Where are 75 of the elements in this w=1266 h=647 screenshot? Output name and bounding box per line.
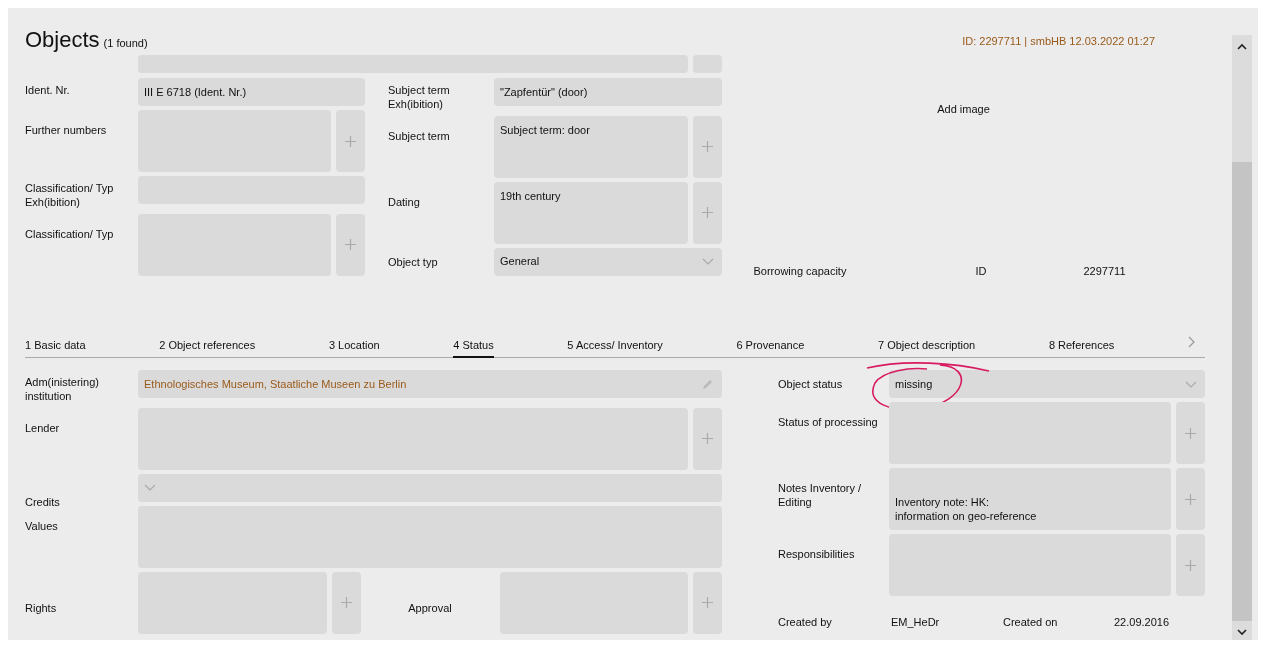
scrollbar-thumb[interactable] [1232,162,1252,621]
field-label: Created by [778,616,833,628]
plus-icon [345,135,356,147]
chevron-down-icon [702,258,714,265]
field-label: Notes Inventory / Editing [778,481,863,510]
add-button[interactable] [1176,534,1205,596]
plus-icon [1185,427,1196,439]
field-value: 22.09.2016 [1114,616,1171,628]
input-field[interactable]: 19th century [494,181,688,244]
tab[interactable]: 5 Access/ Inventory [567,339,663,358]
field-label: Dating [388,194,421,210]
select-field[interactable]: missing [889,370,1205,398]
tab[interactable]: 7 Object description [878,339,976,358]
input-field[interactable]: Ethnologisches Museum, Staatliche Museen zu Berlin [138,370,722,398]
add-button[interactable] [693,115,722,178]
plus-icon [702,207,713,218]
tab[interactable]: 1 Basic data [25,339,86,358]
field-label: Further numbers [25,123,108,138]
field-label: Status of processing [778,415,879,430]
select-field[interactable]: General [494,247,722,276]
plus-icon [340,597,352,608]
add-button[interactable] [693,407,722,470]
chevron-down-icon [1185,380,1197,388]
field-label: Borrowing capacity [753,265,848,277]
add-button[interactable] [693,181,722,244]
pencil-icon [702,378,714,390]
field-label: Responsibilities [778,547,856,562]
input-field[interactable]: Inventory note: HK: information on geo-reference [889,468,1171,530]
field-label: Object typ [388,254,439,270]
tab[interactable]: 6 Provenance [736,339,805,358]
field-label: Created on [1003,616,1059,628]
input-field[interactable] [889,402,1171,464]
field-value: 2297711 [1083,265,1127,277]
field-value: EM_HeDr [891,616,941,628]
chevron-right-icon [1188,336,1195,348]
result-count: (1 found) [103,37,148,49]
add-button[interactable] [1176,468,1205,530]
field-label: Lender [25,420,61,436]
input-field[interactable]: Subject term: door [494,115,688,178]
field-label: Classification/ Typ [25,226,115,242]
add-button[interactable] [336,213,365,276]
add-button[interactable] [1176,402,1205,464]
chevron-up-icon [1237,43,1247,50]
chevron-down-icon [144,484,156,491]
tab[interactable]: 2 Object references [159,339,256,358]
input-field[interactable]: III E 6718 (Ident. Nr.) [138,78,365,106]
field-label: Approval [407,600,453,616]
add-image-button[interactable]: Add image [937,103,990,115]
field-label: Subject term Exh(ibition) [388,83,451,112]
tab[interactable]: 3 Location [328,339,380,358]
plus-icon [345,239,356,250]
record-info: ID: 2297711 | smbHB 12.03.2022 01:27 [962,34,1155,47]
scrollbar[interactable] [1232,35,1252,640]
add-button[interactable] [336,110,365,172]
field-label: ID [975,265,988,277]
field-label: Rights [25,600,58,616]
tab[interactable]: 8 References [1048,339,1115,358]
plus-icon [1185,559,1196,571]
plus-icon [1185,493,1196,505]
chevron-down-icon [1237,629,1247,636]
input-field[interactable]: "Zapfentür" (door) [494,78,722,106]
field-label: Classification/ Typ Exh(ibition) [25,181,115,210]
plus-icon [702,597,713,608]
add-button[interactable] [331,571,361,634]
select-field[interactable] [138,473,722,502]
page-title: Objects [25,27,100,52]
field-label: Object status [778,377,844,392]
tab[interactable]: 4 Status [453,339,494,358]
field-label: Subject term [388,128,451,144]
field-label: Values [25,518,59,534]
field-label: Ident. Nr. [25,83,71,98]
add-button[interactable] [693,571,722,634]
plus-icon [702,141,713,152]
field-label: Adm(inistering) institution [25,375,100,404]
plus-icon [702,433,713,444]
